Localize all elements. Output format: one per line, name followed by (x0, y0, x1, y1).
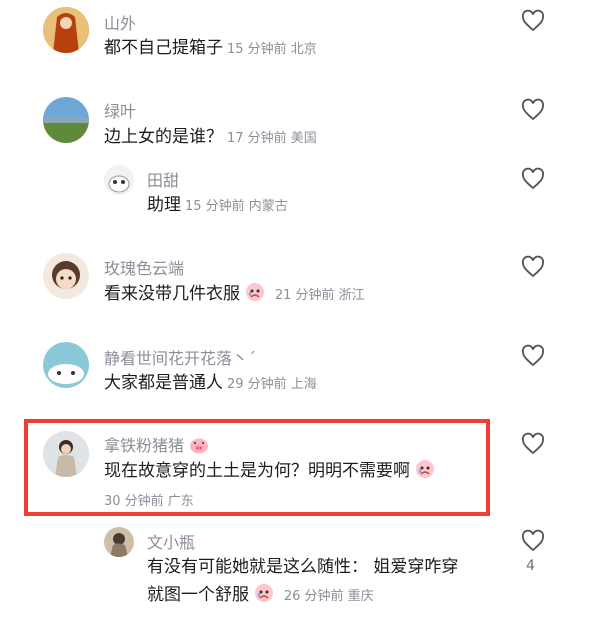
comment-meta: 30 分钟前 广东 (104, 494, 194, 509)
comment-text: 现在故意穿的土土是为何？明明不需要啊 (104, 459, 435, 483)
username[interactable]: 田甜 (147, 167, 179, 191)
comment-text: 助理 15 分钟前 内蒙古 (147, 195, 288, 215)
username[interactable]: 拿铁粉猪猪 (104, 436, 184, 455)
comment-text: 大家都是普通人 29 分钟前 上海 (104, 373, 317, 393)
comment-meta: 29 分钟前 上海 (227, 377, 317, 392)
avatar[interactable] (43, 253, 89, 299)
username-row: 拿铁粉猪猪 (104, 432, 209, 456)
comment-meta: 15 分钟前 内蒙古 (185, 199, 288, 214)
comment-meta: 17 分钟前 美国 (227, 131, 317, 146)
comment-text: 都不自己提箱子 15 分钟前 北京 (104, 38, 317, 58)
crying-face-emoji (255, 584, 274, 602)
avatar[interactable] (43, 342, 89, 388)
username[interactable]: 静看世间花开花落丶ˊ (104, 345, 256, 369)
heart-outline-icon[interactable] (521, 255, 545, 279)
comment-meta: 26 分钟前 重庆 (283, 589, 374, 604)
heart-outline-icon[interactable] (521, 98, 545, 122)
username[interactable]: 山外 (104, 10, 136, 34)
crying-face-emoji (416, 460, 435, 478)
comment-text-line-2: 就图一个舒服 26 分钟前 重庆 (147, 584, 374, 605)
comment-text: 边上女的是谁？ 17 分钟前 美国 (104, 127, 317, 147)
comment-meta: 15 分钟前 北京 (227, 42, 317, 57)
heart-outline-icon[interactable] (521, 529, 545, 553)
username[interactable]: 文小瓶 (147, 529, 195, 553)
heart-outline-icon[interactable] (521, 432, 545, 456)
comment-text: 看来没带几件衣服 21 分钟前 浙江 (104, 283, 365, 304)
avatar[interactable] (43, 7, 89, 53)
pig-face-icon (190, 438, 209, 454)
username[interactable]: 玫瑰色云端 (104, 255, 184, 279)
avatar[interactable] (43, 431, 89, 477)
heart-outline-icon[interactable] (521, 9, 545, 33)
username[interactable]: 绿叶 (104, 98, 136, 122)
avatar[interactable] (104, 165, 134, 195)
like-count: 4 (526, 558, 535, 574)
avatar[interactable] (43, 97, 89, 143)
avatar[interactable] (104, 527, 134, 557)
heart-outline-icon[interactable] (521, 344, 545, 368)
comment-meta: 21 分钟前 浙江 (274, 288, 365, 303)
comment-text: 有没有可能她就是这么随性： 姐爱穿咋穿 (147, 557, 459, 577)
crying-face-emoji (246, 283, 265, 301)
heart-outline-icon[interactable] (521, 167, 545, 191)
